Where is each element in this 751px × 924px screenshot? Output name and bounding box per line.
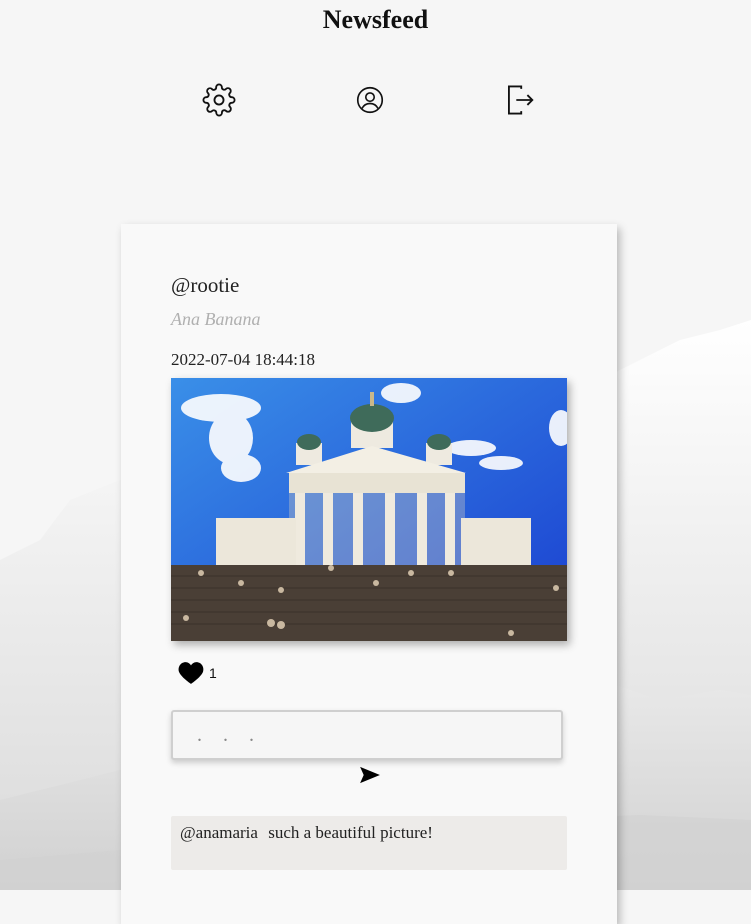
gear-icon[interactable] xyxy=(201,82,237,118)
page-title: Newsfeed xyxy=(322,5,429,34)
user-circle-icon[interactable] xyxy=(352,82,388,118)
post-username[interactable]: @rootie xyxy=(171,273,239,298)
heart-icon[interactable] xyxy=(177,661,205,685)
post-fullname: Ana Banana xyxy=(171,309,261,329)
comment-item: @anamaria such a beautiful picture! xyxy=(171,816,567,870)
comment-author[interactable]: @anamaria xyxy=(180,823,258,842)
like-count: 1 xyxy=(209,665,217,681)
comment-text: such a beautiful picture! xyxy=(268,823,433,842)
post-card: @rootie Ana Banana 2022-07-04 18:44:18 1… xyxy=(121,224,617,924)
post-timestamp: 2022-07-04 18:44:18 xyxy=(171,350,316,369)
logout-icon[interactable] xyxy=(502,82,538,118)
send-icon[interactable] xyxy=(359,766,381,784)
post-photo xyxy=(171,378,567,641)
comment-input[interactable] xyxy=(171,710,563,760)
like-control[interactable]: 1 xyxy=(177,661,217,685)
